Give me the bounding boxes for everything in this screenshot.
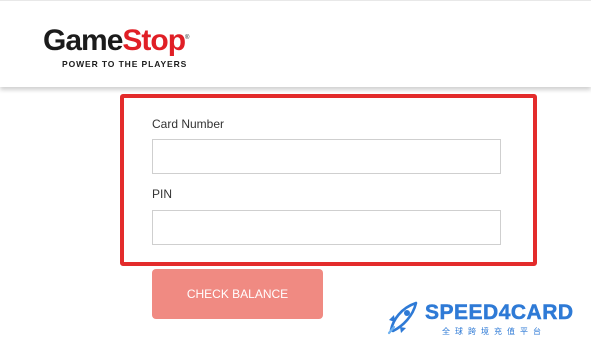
brand-subtitle: 全球跨境充值平台 bbox=[442, 327, 546, 336]
card-number-input[interactable] bbox=[152, 139, 501, 174]
pin-label: PIN bbox=[152, 187, 173, 201]
logo-game-text: Game bbox=[43, 24, 123, 57]
logo-stop-text: Stop bbox=[122, 24, 186, 57]
logo-tagline: POWER TO THE PLAYERS bbox=[62, 59, 188, 69]
gamestop-logo[interactable]: GameStop® POWER TO THE PLAYERS bbox=[43, 23, 190, 70]
brand-name: SPEED4CARD bbox=[425, 301, 574, 325]
logo-wordmark: GameStop® bbox=[43, 24, 190, 57]
site-header: GameStop® POWER TO THE PLAYERS bbox=[0, 0, 591, 87]
card-number-label: Card Number bbox=[152, 117, 225, 131]
pin-input[interactable] bbox=[152, 210, 501, 245]
speed4card-watermark: SPEED4CARD 全球跨境充值平台 bbox=[385, 298, 585, 338]
rocket-icon bbox=[387, 301, 418, 335]
check-balance-button[interactable]: CHECK BALANCE bbox=[152, 269, 323, 319]
